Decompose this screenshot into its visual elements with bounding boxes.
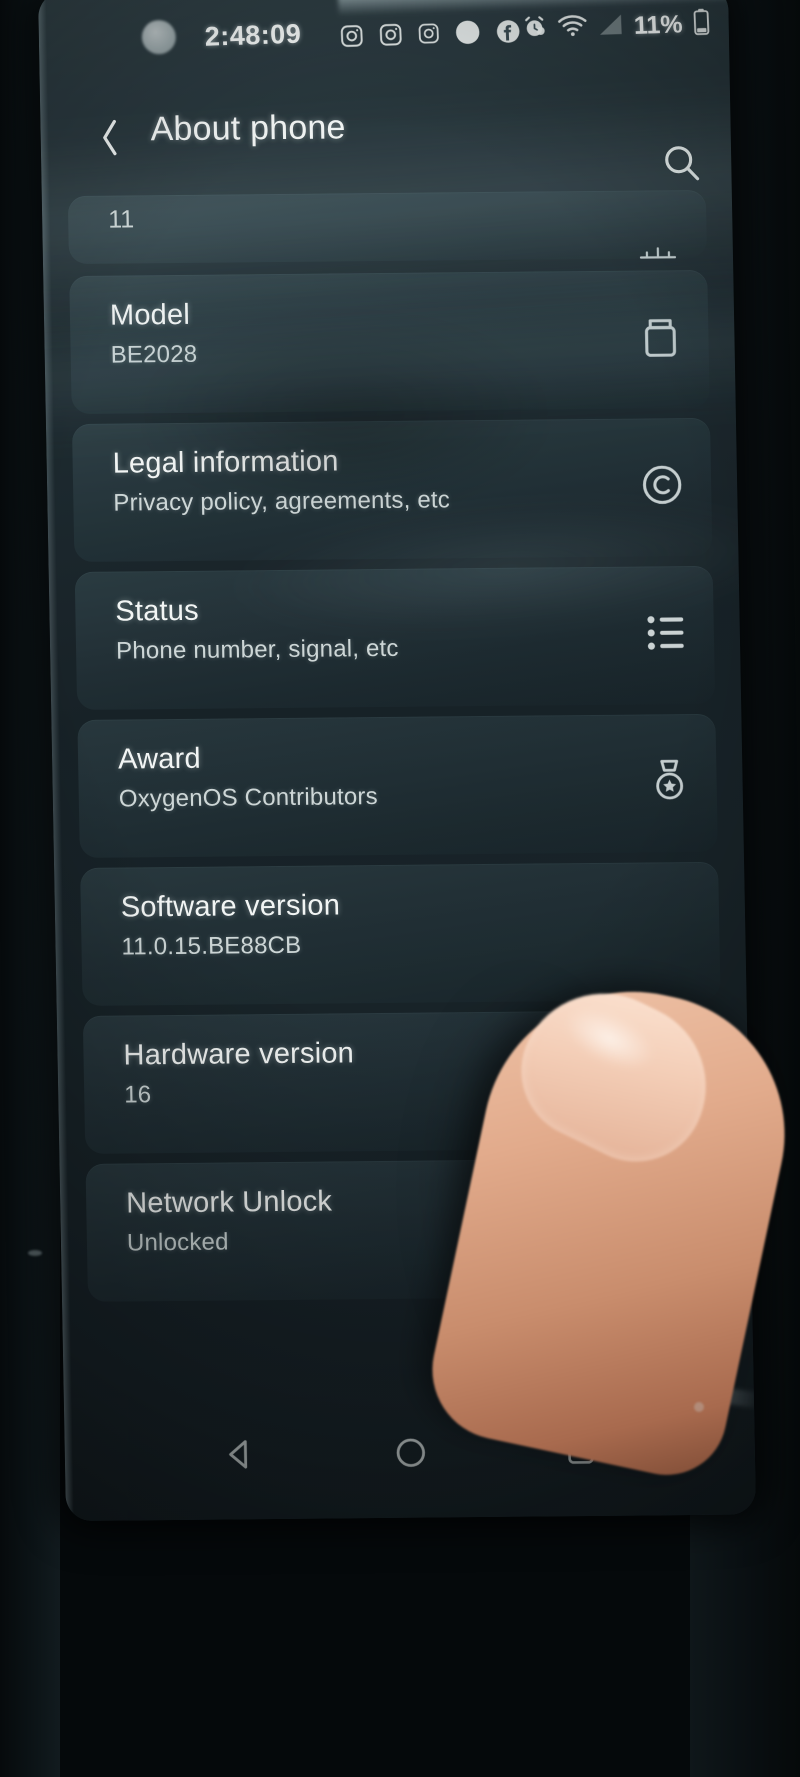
- phone-device: 2:48:09 11% About phone 11 Model BE2028 …: [38, 0, 757, 1522]
- lock-icon: [656, 1200, 699, 1253]
- lens-speck-2: [28, 1250, 42, 1256]
- list-item-android-version[interactable]: 11: [67, 189, 708, 265]
- list-item-award[interactable]: Award OxygenOS Contributors: [77, 713, 718, 858]
- list-item-title: Network Unlock: [125, 1185, 333, 1220]
- facebook-icon: [494, 17, 522, 50]
- home-circle-icon[interactable]: [394, 1435, 429, 1474]
- instagram-icon: [338, 23, 365, 55]
- list-item-subtitle: Unlocked: [126, 1228, 229, 1257]
- search-icon: [659, 146, 703, 189]
- lens-speck-1: [694, 1402, 704, 1412]
- list-item-network-unlock[interactable]: Network Unlock Unlocked: [85, 1157, 727, 1302]
- battery-percent-label: 11%: [633, 10, 684, 40]
- search-button[interactable]: [659, 141, 704, 190]
- battery-icon: [692, 7, 711, 41]
- list-item-subtitle: 16: [123, 1081, 152, 1109]
- device-box-icon: [638, 314, 683, 365]
- system-status-icons: 11%: [521, 7, 711, 46]
- list-item-legal-information[interactable]: Legal information Privacy policy, agreem…: [71, 417, 713, 562]
- list-item-title: Software version: [120, 889, 341, 924]
- instagram-icon: [416, 21, 441, 51]
- list-item-subtitle: OxygenOS Contributors: [118, 783, 379, 813]
- page-title: About phone: [150, 108, 346, 149]
- list-item-subtitle: BE2028: [110, 341, 198, 369]
- android-version-value: 11: [107, 205, 135, 234]
- list-item-title: Legal information: [112, 445, 339, 480]
- snapchat-icon: [453, 18, 482, 52]
- notification-icons: [338, 16, 547, 56]
- instagram-icon: [377, 21, 404, 53]
- list-item-subtitle: Phone number, signal, etc: [115, 635, 399, 665]
- phone-screen: 2:48:09 11% About phone 11 Model BE2028 …: [38, 0, 757, 1522]
- back-triangle-icon[interactable]: [223, 1437, 258, 1476]
- wifi-icon: [557, 13, 588, 43]
- list-icon: [643, 612, 688, 659]
- recents-square-icon[interactable]: [564, 1434, 597, 1471]
- list-item-hardware-version[interactable]: Hardware version 16: [82, 1009, 724, 1154]
- list-item-title: Model: [109, 298, 191, 332]
- list-item-title: Status: [115, 594, 200, 628]
- phone-photo: 2:48:09 11% About phone 11 Model BE2028 …: [0, 0, 800, 1777]
- alarm-icon: [521, 14, 548, 46]
- list-item-title: Hardware version: [123, 1037, 355, 1072]
- list-item-title: Award: [117, 742, 202, 776]
- android-version-icon: [635, 235, 682, 270]
- list-item-software-version[interactable]: Software version 11.0.15.BE88CB: [80, 861, 721, 1006]
- chip-icon: [650, 1054, 697, 1105]
- signal-icon: [597, 12, 624, 42]
- list-item-subtitle: Privacy policy, agreements, etc: [113, 486, 451, 517]
- medal-icon: [648, 757, 691, 810]
- list-item-subtitle: 11.0.15.BE88CB: [121, 932, 302, 961]
- back-button[interactable]: [96, 117, 123, 164]
- navigation-bar: [64, 1406, 756, 1503]
- list-item-status[interactable]: Status Phone number, signal, etc: [74, 565, 716, 710]
- settings-list: 11 Model BE2028 Legal information Privac…: [42, 189, 752, 1312]
- status-bar-clock: 2:48:09: [204, 18, 302, 52]
- list-item-model[interactable]: Model BE2028: [69, 269, 710, 414]
- copyright-icon: [639, 462, 686, 513]
